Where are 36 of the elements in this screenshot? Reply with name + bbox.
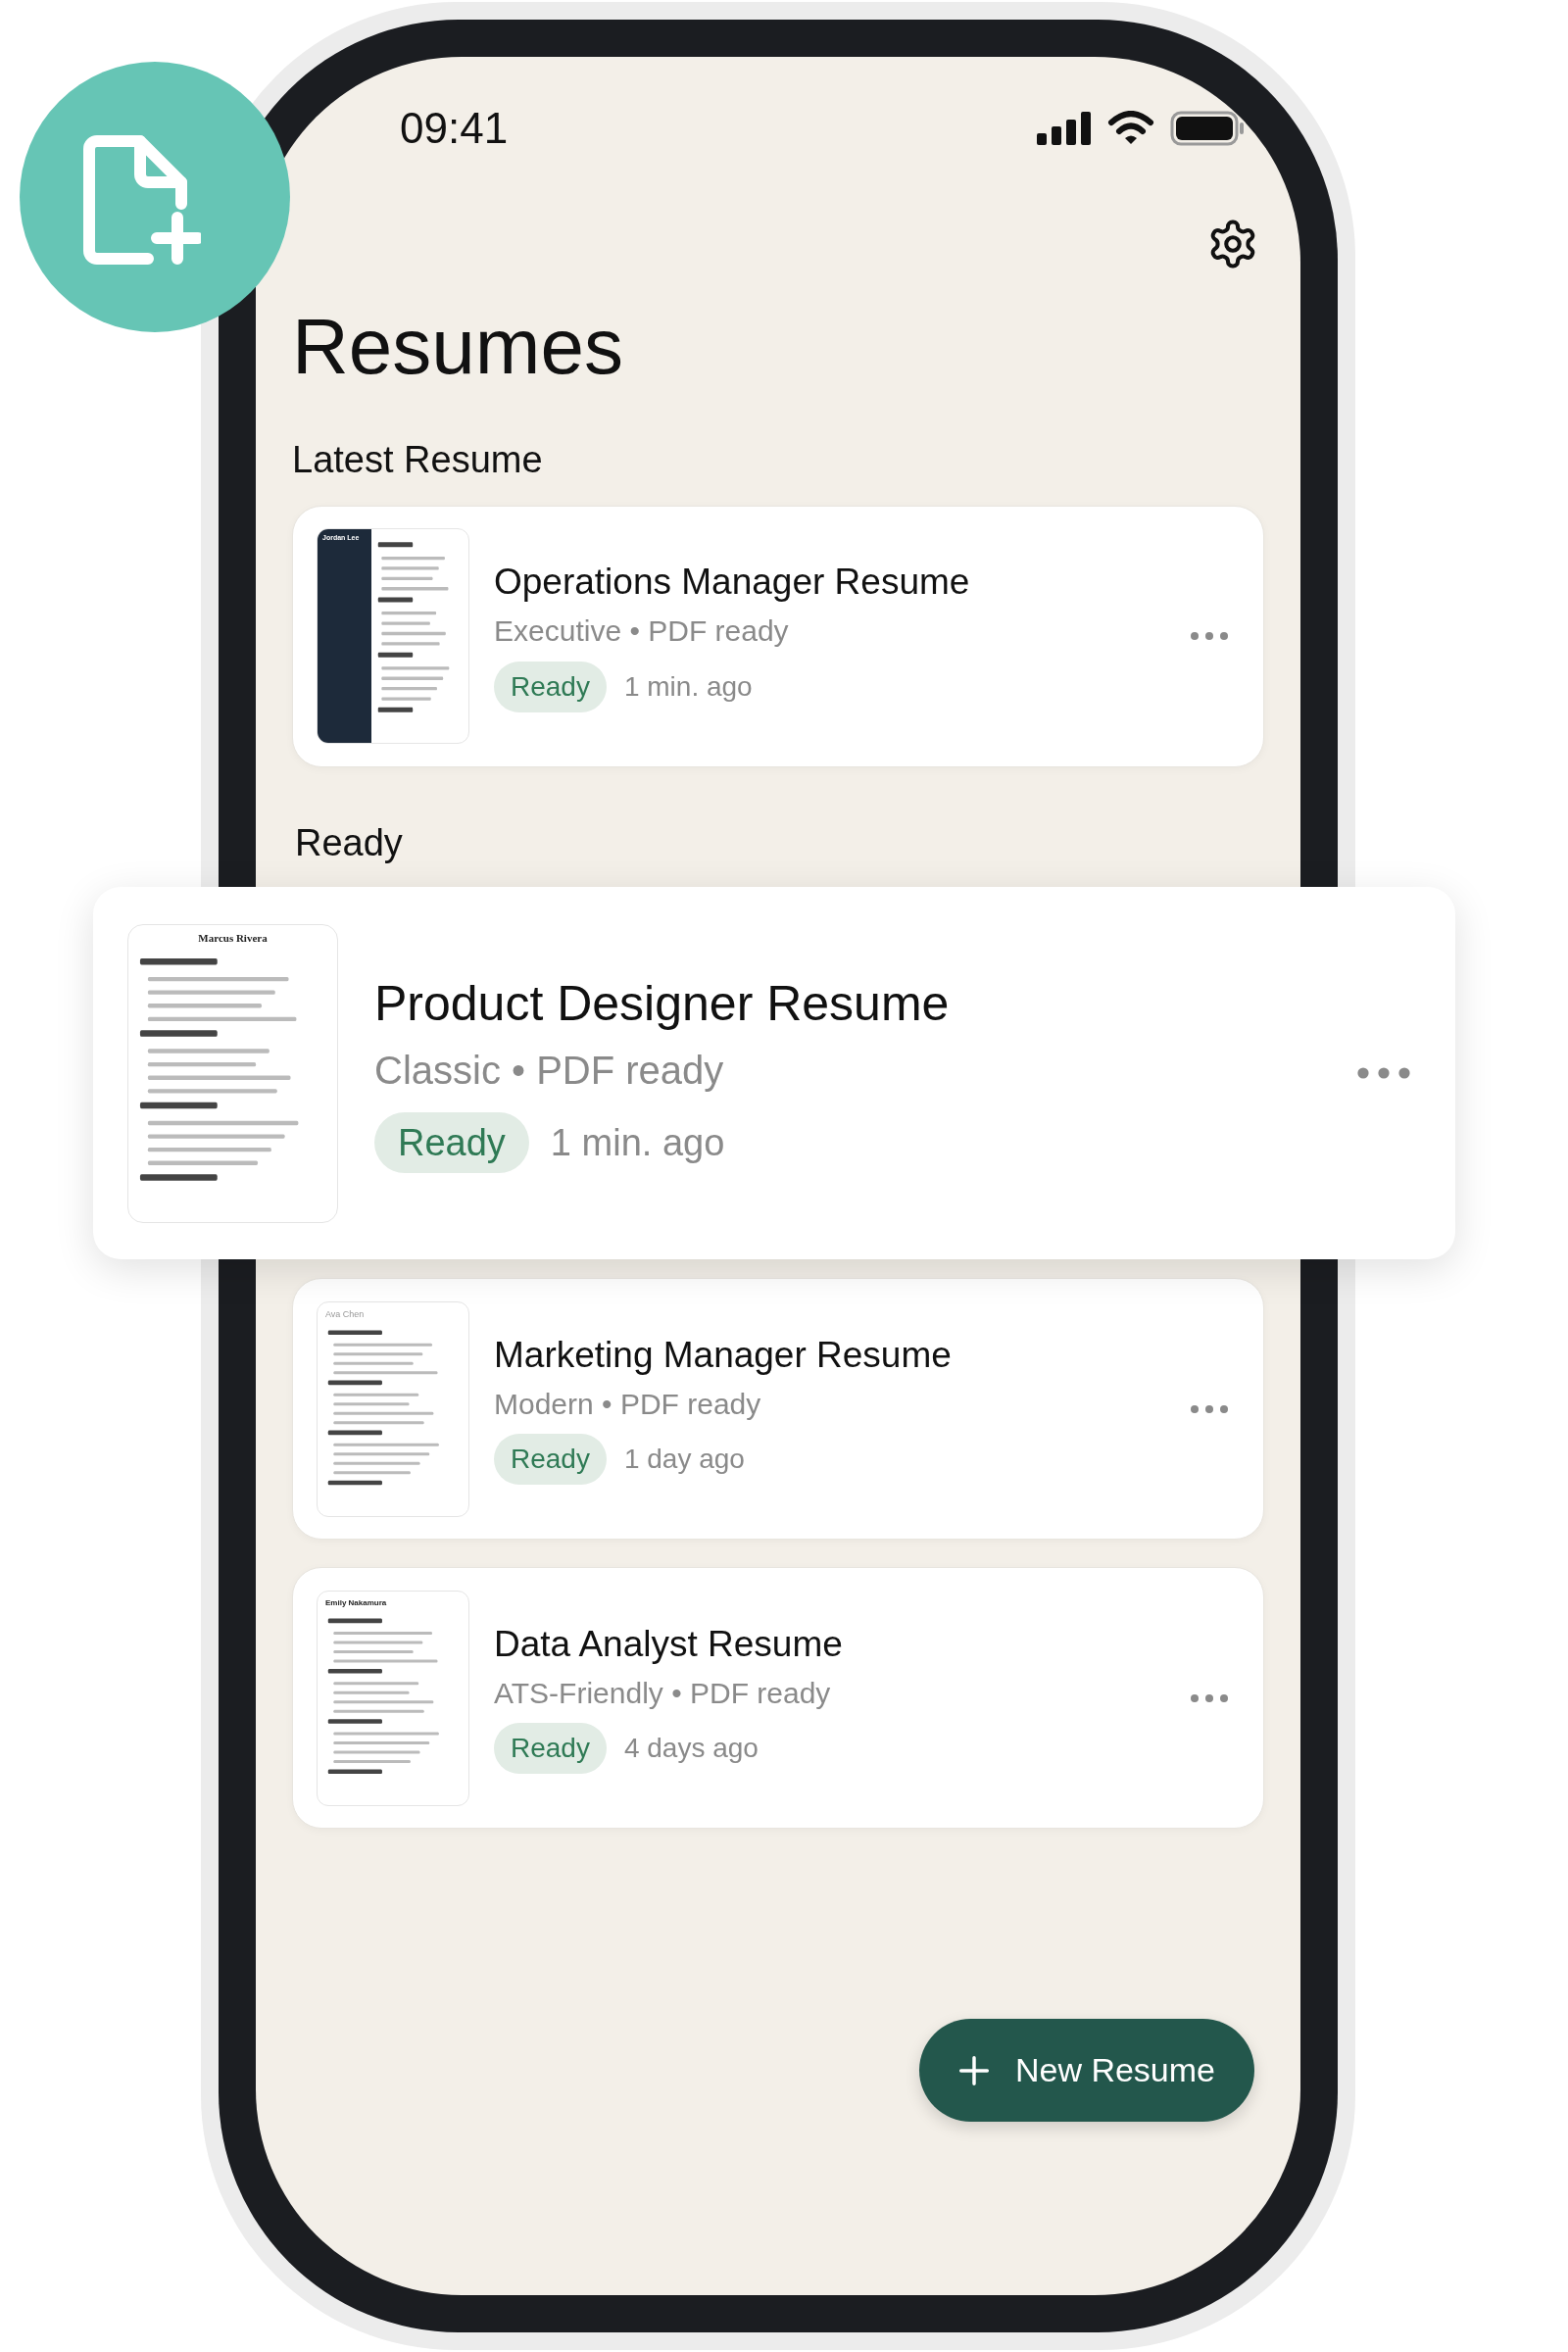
resume-card[interactable]: Ava Chen Marketing Manager Resume Modern • PDF ready Ready 1 day ago [292,1278,1264,1540]
status-tag: Ready [494,1434,607,1486]
file-plus-icon [83,135,201,265]
more-icon[interactable] [1356,1066,1411,1080]
status-time: 09:41 [400,103,509,154]
resume-meta: Modern • PDF ready [494,1386,762,1422]
more-icon[interactable] [1190,1692,1229,1703]
resume-title: Product Designer Resume [374,974,951,1033]
signal-icon [1037,112,1092,145]
section-heading: Ready [295,820,404,865]
updated-time: 1 min. ago [623,669,753,704]
resume-card[interactable]: Emily Nakamura Data Analyst Resume ATS-Friendly • PDF ready Ready 4 days ago [292,1567,1264,1829]
more-icon[interactable] [1190,631,1229,641]
status-tag: Ready [494,1723,607,1775]
page-title: Resumes [292,308,624,386]
resume-card[interactable]: Marcus Rivera Product Designer Resume Classic • PDF ready Ready 1 min. ago [93,887,1455,1259]
resume-meta: Classic • PDF ready [374,1048,725,1095]
battery-icon [1170,111,1245,146]
section-heading: Latest Resume [292,438,544,482]
updated-time: 1 day ago [623,1443,745,1477]
resume-meta: ATS-Friendly • PDF ready [494,1675,832,1711]
resume-name: Ava Chen [325,1309,366,1319]
status-tag: Ready [374,1112,529,1174]
new-resume-button[interactable]: New Resume [918,2019,1254,2122]
resume-meta: Executive • PDF ready [494,613,790,650]
plus-icon [957,2054,990,2086]
resume-title: Data Analyst Resume [494,1622,844,1666]
resume-name: Marcus Rivera [197,932,269,944]
updated-time: 4 days ago [623,1732,759,1766]
updated-time: 1 min. ago [550,1120,725,1165]
resume-title: Marketing Manager Resume [494,1333,953,1377]
status-tag: Ready [494,661,607,712]
wifi-icon [1107,111,1154,146]
resume-title: Operations Manager Resume [494,561,971,605]
resume-name: Emily Nakamura [325,1598,388,1607]
more-icon[interactable] [1190,1403,1229,1414]
